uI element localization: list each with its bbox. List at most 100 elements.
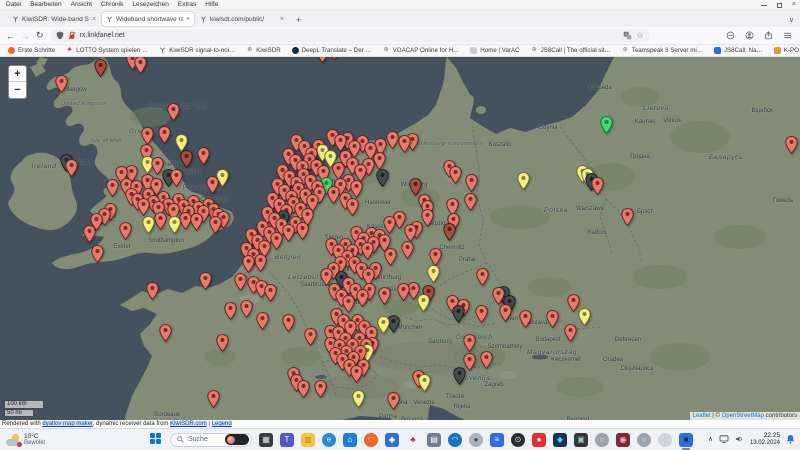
receiver-marker[interactable] [398,135,411,153]
new-tab-button[interactable]: + [296,15,301,25]
receiver-marker[interactable] [170,169,183,187]
zoom-in-button[interactable]: + [9,66,26,82]
receiver-marker[interactable] [159,324,172,342]
receiver-marker[interactable] [600,116,613,134]
receiver-marker[interactable] [316,57,329,63]
tray-clock[interactable]: 22:25 13.02.2024 [750,433,780,446]
bookmark-item[interactable]: ⊕VOACAP Online for H… [383,47,460,54]
receiver-marker[interactable] [137,198,150,216]
receiver-marker[interactable] [106,179,119,197]
gray-app2-icon[interactable]: ○ [637,433,651,447]
receiver-marker[interactable] [417,294,430,312]
receiver-marker[interactable] [785,136,798,154]
receiver-marker[interactable] [476,268,489,286]
receiver-marker[interactable] [564,324,577,342]
start-button[interactable] [150,433,163,446]
receiver-marker[interactable] [146,282,159,300]
receiver-marker[interactable] [282,314,295,332]
active-blue-app-icon[interactable]: ■ [679,433,693,447]
photos-dark-icon[interactable]: ▣ [574,433,588,447]
receiver-marker[interactable] [463,334,476,352]
receiver-marker[interactable] [376,169,389,187]
receiver-marker[interactable] [427,265,440,283]
receiver-marker[interactable] [216,334,229,352]
shield-app-icon[interactable]: ◆ [553,433,567,447]
receiver-marker[interactable] [234,273,247,291]
menu-lesezeichen[interactable]: Lesezeichen [132,1,169,8]
tray-chevron-icon[interactable]: ∧ [708,435,713,443]
insecure-lock-icon[interactable] [68,31,76,40]
account-icon[interactable] [745,31,754,40]
bookmark-item[interactable]: Erste Schritte [8,47,55,54]
receiver-marker[interactable] [199,272,212,290]
receiver-marker[interactable] [404,224,417,242]
receiver-marker[interactable] [141,127,154,145]
monitor-icon[interactable] [719,435,729,443]
forward-button[interactable]: → [21,31,30,41]
menu-chronik[interactable]: Chronik [101,1,123,8]
receiver-marker[interactable] [224,302,237,320]
receiver-marker[interactable] [397,283,410,301]
receiver-marker[interactable] [264,284,277,302]
receiver-marker[interactable] [119,222,132,240]
receiver-marker[interactable] [443,223,456,241]
legend-link[interactable]: Legend [212,421,232,427]
receiver-marker[interactable] [297,380,310,398]
receiver-marker[interactable] [168,216,181,234]
close-button[interactable]: × [792,0,796,10]
receiver-marker[interactable] [453,367,466,385]
receiver-marker[interactable] [304,328,317,346]
receiver-marker[interactable] [154,212,167,230]
ghost-app-icon[interactable] [658,433,672,447]
copilot-button[interactable] [225,434,249,445]
receiver-marker[interactable] [578,308,591,326]
receiver-marker[interactable] [256,312,269,330]
receiver-marker[interactable] [242,255,255,273]
menu-datei[interactable]: Datei [6,1,21,8]
dyatlov-link[interactable]: dyatlov map maker [42,421,92,427]
receiver-marker[interactable] [190,213,203,231]
receiver-marker[interactable] [361,242,374,260]
receiver-marker[interactable] [314,380,327,398]
remote-access-icon[interactable]: ● [469,433,483,447]
gray-app-icon[interactable]: ○ [595,433,609,447]
receiver-marker[interactable] [387,392,400,410]
receiver-marker[interactable] [591,177,604,195]
maximize-button[interactable] [777,3,782,8]
kiwisdr-link[interactable]: KiwiSDR.com [170,421,207,427]
teams-icon[interactable]: T [280,433,294,447]
notification-bell-icon[interactable] [786,434,795,444]
clock-app-icon[interactable]: ⊙ [511,433,525,447]
translate-icon[interactable]: A [623,31,632,40]
receiver-marker[interactable] [328,57,341,60]
record-app-icon[interactable]: ● [532,433,546,447]
receiver-marker[interactable] [621,208,634,226]
receiver-marker[interactable] [65,159,78,177]
receiver-marker[interactable] [55,75,68,93]
tab-2[interactable]: Wideband shortwave radio rec× [102,12,194,26]
url-text[interactable]: rx.linkfanel.net [80,32,620,39]
tab-list-chevron-icon[interactable]: ∨ [789,16,794,24]
menu-ansicht[interactable]: Ansicht [71,1,92,8]
receiver-marker[interactable] [197,147,210,165]
tab-close-icon[interactable]: × [92,16,96,23]
receiver-marker[interactable] [94,59,107,77]
url-bar[interactable]: rx.linkfanel.net A ☆ [50,29,650,42]
receiver-marker[interactable] [240,300,253,318]
receiver-marker[interactable] [418,374,431,392]
receiver-marker[interactable] [475,305,488,323]
edge-icon[interactable]: e [322,433,336,447]
bookmark-item[interactable]: ⊕KiwiSDR [246,47,280,54]
receiver-marker[interactable] [350,365,363,383]
receiver-marker[interactable] [296,222,309,240]
receiver-marker[interactable] [452,305,465,323]
taskbar-search[interactable]: Suche [170,433,252,447]
receiver-marker[interactable] [134,57,147,74]
receiver-marker[interactable] [384,248,397,266]
shield-icon[interactable] [56,31,64,40]
menu-hilfe[interactable]: Hilfe [205,1,218,8]
menu-bearbeiten[interactable]: Bearbeiten [30,1,61,8]
tab-close-icon[interactable]: × [186,16,190,23]
tab-3[interactable]: kiwisdr.com/public/× [196,12,288,27]
receiver-marker[interactable] [209,216,222,234]
